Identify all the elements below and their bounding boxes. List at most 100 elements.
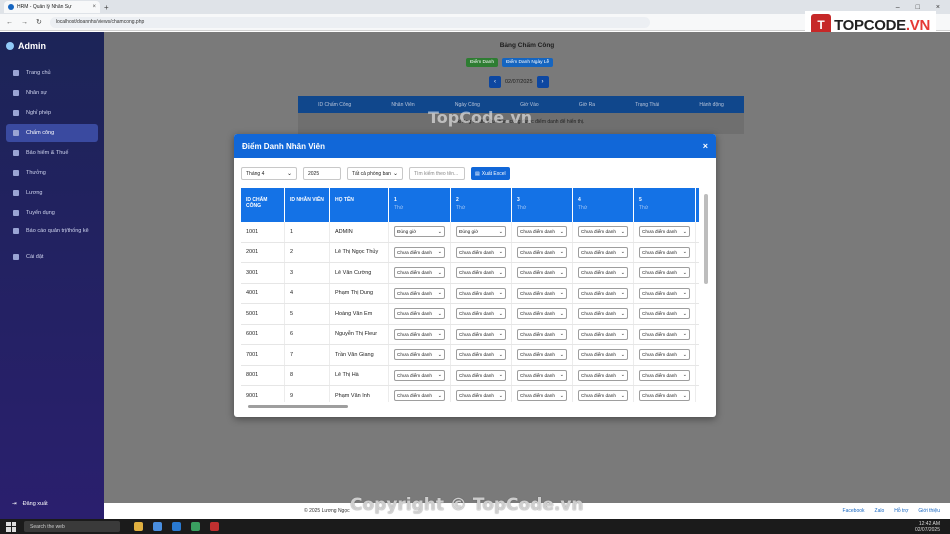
attendance-status-select[interactable]: Chưa điểm danh <box>517 226 567 238</box>
facebook-link[interactable]: Facebook <box>843 508 865 514</box>
department-select[interactable]: Tất cả phòng ban <box>347 167 403 180</box>
attendance-status-select[interactable]: Chưa điểm danh <box>456 349 506 361</box>
attendance-status-select[interactable]: Chưa điểm danh <box>394 390 445 402</box>
app-icon[interactable] <box>210 522 219 531</box>
attendance-status-select[interactable]: Chưa điểm danh <box>578 287 628 299</box>
about-link[interactable]: Giới thiệu <box>918 508 940 514</box>
logout-button[interactable]: ⇥ Đăng xuất <box>12 501 48 507</box>
sidebar-item-reports[interactable]: Báo cáo quản trị/thống kê <box>6 224 98 246</box>
attendance-cell: Chưa điểm danh <box>389 283 451 303</box>
attendance-status-select[interactable]: Chưa điểm danh <box>578 267 628 279</box>
attendance-status-select[interactable]: Chưa điểm danh <box>517 390 567 402</box>
attendance-status-select[interactable]: Chưa điểm danh <box>639 287 690 299</box>
sidebar-item-home[interactable]: Trang chủ <box>6 64 98 82</box>
attendance-status-select[interactable]: Chưa điểm danh <box>639 369 690 381</box>
sidebar-item-bonus[interactable]: Thưởng <box>6 164 98 182</box>
prev-date-icon[interactable]: ‹ <box>489 76 501 88</box>
attendance-status-select[interactable]: Chưa điểm danh <box>394 287 445 299</box>
tab-close-icon[interactable]: × <box>92 4 96 10</box>
system-clock[interactable]: 12:42 AM 02/07/2025 <box>915 521 940 533</box>
back-icon[interactable]: ← <box>6 19 13 26</box>
attendance-status-select[interactable]: Chưa điểm danh <box>639 349 690 361</box>
forward-icon[interactable]: → <box>21 19 28 26</box>
attendance-status-select[interactable]: Chưa điểm danh <box>517 328 567 340</box>
next-date-icon[interactable]: › <box>536 76 549 88</box>
browser-tab[interactable]: HRM - Quản lý Nhân Sự × <box>4 1 100 13</box>
attendance-button[interactable]: Điểm Danh <box>466 58 498 67</box>
attendance-status-select[interactable]: Chưa điểm danh <box>639 328 690 340</box>
reload-icon[interactable]: ↻ <box>36 18 42 26</box>
attendance-status-select[interactable]: Chưa điểm danh <box>456 287 506 299</box>
attendance-status-select[interactable]: Chưa điểm danh <box>456 369 506 381</box>
sidebar-item-leave[interactable]: Nghỉ phép <box>6 104 98 122</box>
attendance-status-select[interactable]: Đúng giờ <box>394 226 445 238</box>
app-icon[interactable] <box>191 522 200 531</box>
attendance-status-select[interactable]: Chưa điểm danh <box>517 246 567 258</box>
sidebar-item-settings[interactable]: Cài đặt <box>6 248 98 266</box>
attendance-status-select[interactable]: Chưa điểm danh <box>517 369 567 381</box>
attendance-status-select[interactable]: Chưa điểm danh <box>456 390 506 402</box>
search-input[interactable]: Tìm kiếm theo tên... <box>409 167 465 180</box>
sidebar-title: Admin <box>0 32 104 60</box>
modal-close-icon[interactable]: × <box>703 141 708 151</box>
new-tab-icon[interactable]: + <box>104 3 109 12</box>
attendance-status-select[interactable]: Chưa điểm danh <box>456 308 506 320</box>
id-cell: 5001 <box>241 304 285 324</box>
maximize-icon[interactable]: □ <box>916 4 920 11</box>
attendance-status-select[interactable]: Chưa điểm danh <box>394 369 445 381</box>
window-close-icon[interactable]: × <box>936 4 940 11</box>
sidebar-item-insurance[interactable]: Bảo hiểm & Thuế <box>6 144 98 162</box>
sidebar-item-staff[interactable]: Nhân sự <box>6 84 98 102</box>
month-select[interactable]: Tháng 4 <box>241 167 297 180</box>
attendance-status-select[interactable]: Chưa điểm danh <box>456 328 506 340</box>
attendance-status-select[interactable]: Chưa điểm danh <box>394 328 445 340</box>
attendance-status-select[interactable]: Chưa điểm danh <box>394 308 445 320</box>
minimize-icon[interactable]: – <box>896 4 900 11</box>
attendance-status-select[interactable]: Chưa điểm danh <box>578 246 628 258</box>
attendance-status-select[interactable]: Chưa điểm danh <box>578 308 628 320</box>
attendance-status-select[interactable]: Chưa điểm danh <box>517 308 567 320</box>
taskbar-search[interactable]: Search the web <box>24 521 120 532</box>
attendance-status-select[interactable]: Chưa điểm danh <box>394 267 445 279</box>
attendance-status-select[interactable]: Chưa điểm danh <box>578 328 628 340</box>
attendance-status-select[interactable]: Chưa điểm danh <box>394 246 445 258</box>
attendance-status-select[interactable]: Chưa điểm danh <box>639 246 690 258</box>
sidebar-item-salary[interactable]: Lương <box>6 184 98 202</box>
table-row: 60016Nguyễn Thị Fleur Chưa điểm danh Chưa … <box>241 324 699 345</box>
support-link[interactable]: Hỗ trợ <box>894 508 908 514</box>
attendance-status-select[interactable]: Chưa điểm danh <box>639 308 690 320</box>
attendance-status-select[interactable]: Chưa điểm danh <box>639 226 690 238</box>
attendance-cell: Chưa điểm danh <box>573 222 634 242</box>
start-icon[interactable] <box>6 521 16 532</box>
file-explorer-icon[interactable] <box>134 522 143 531</box>
id-cell: 3001 <box>241 263 285 283</box>
attendance-status-select[interactable]: Chưa điểm danh <box>456 246 506 258</box>
vertical-scrollbar[interactable] <box>704 194 708 284</box>
attendance-status-select[interactable]: Chưa điểm danh <box>456 267 506 279</box>
vscode-icon[interactable] <box>172 522 181 531</box>
attendance-status-select[interactable]: Chưa điểm danh <box>578 349 628 361</box>
url-field[interactable]: localhost/doannhs/views/chamcong.php <box>49 16 650 28</box>
attendance-status-select[interactable]: Chưa điểm danh <box>639 390 690 402</box>
attendance-status-select[interactable]: Chưa điểm danh <box>578 369 628 381</box>
attendance-status-select[interactable]: Chưa điểm danh <box>639 267 690 279</box>
sidebar-item-recruit[interactable]: Tuyển dụng <box>6 204 98 222</box>
attendance-status-select[interactable]: Chưa điểm danh <box>394 349 445 361</box>
attendance-status-select[interactable]: Chưa điểm danh <box>578 226 628 238</box>
chrome-icon[interactable] <box>153 522 162 531</box>
attendance-status-select[interactable]: Chưa điểm danh <box>517 287 567 299</box>
year-input[interactable]: 2025 <box>303 167 341 180</box>
zalo-link[interactable]: Zalo <box>875 508 885 514</box>
attendance-status-select[interactable]: Đúng giờ <box>456 226 506 238</box>
attendance-status-select[interactable]: Chưa điểm danh <box>578 390 628 402</box>
employee-id-cell: 7 <box>285 345 330 365</box>
sidebar-item-attendance[interactable]: Chấm công <box>6 124 98 142</box>
attendance-status-select[interactable]: Chưa điểm danh <box>517 267 567 279</box>
chart-icon <box>13 228 19 234</box>
export-excel-button[interactable]: ▤ Xuất Excel <box>471 167 510 180</box>
horizontal-scrollbar[interactable] <box>248 405 348 408</box>
money-icon <box>13 190 19 196</box>
holiday-attendance-button[interactable]: Điểm Danh Ngày Lễ <box>502 58 554 67</box>
name-cell: Phạm Thị Dung <box>330 283 389 303</box>
attendance-status-select[interactable]: Chưa điểm danh <box>517 349 567 361</box>
